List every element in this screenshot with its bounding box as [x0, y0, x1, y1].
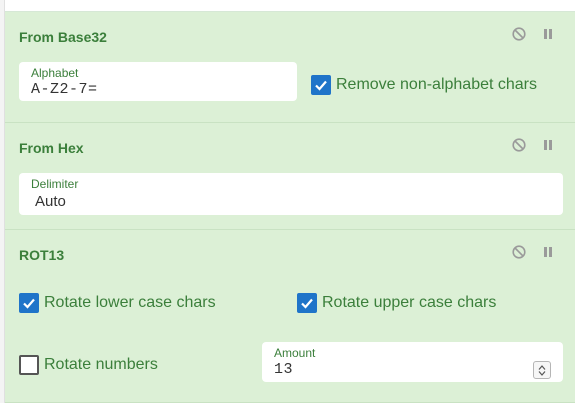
alphabet-label: Alphabet — [31, 66, 79, 80]
operation-from-base32: From Base32 Alphabet A-Z2-7= Remove non-… — [5, 12, 575, 123]
checkbox-label: Rotate lower case chars — [44, 294, 216, 311]
checkmark-icon — [23, 298, 35, 309]
alphabet-value[interactable]: A-Z2-7= — [31, 81, 98, 98]
operation-title: ROT13 — [19, 247, 65, 263]
checkbox-box[interactable] — [19, 355, 39, 375]
delimiter-label: Delimiter — [31, 177, 79, 191]
checkbox-label: Rotate upper case chars — [322, 294, 497, 311]
number-spinner[interactable] — [533, 361, 551, 379]
pause-icon[interactable] — [541, 27, 555, 41]
alphabet-field[interactable]: Alphabet A-Z2-7= — [19, 62, 297, 101]
spinner-down-icon[interactable] — [538, 370, 546, 376]
checkbox-box[interactable] — [19, 293, 39, 313]
rotate-lower-checkbox[interactable]: Rotate lower case chars — [19, 293, 216, 313]
delimiter-select[interactable]: Auto — [35, 193, 66, 210]
pause-icon[interactable] — [541, 245, 555, 259]
checkbox-label: Rotate numbers — [44, 356, 158, 373]
spinner-up-icon[interactable] — [538, 364, 546, 370]
pause-icon[interactable] — [541, 138, 555, 152]
previous-operation-edge — [5, 0, 575, 12]
checkbox-box[interactable] — [297, 293, 317, 313]
checkbox-box[interactable] — [311, 75, 331, 95]
checkmark-icon — [301, 298, 313, 309]
amount-value[interactable]: 13 — [274, 361, 293, 378]
operation-title: From Hex — [19, 140, 84, 156]
checkbox-label: Remove non-alphabet chars — [336, 76, 538, 93]
disable-icon[interactable] — [512, 245, 526, 259]
operation-from-hex: From Hex Delimiter Auto — [5, 123, 575, 230]
amount-field[interactable]: Amount 13 — [262, 342, 563, 382]
operation-title: From Base32 — [19, 29, 107, 45]
disable-icon[interactable] — [512, 27, 526, 41]
operation-rot13: ROT13 Rotate lower case chars Rotate upp… — [5, 230, 575, 403]
amount-label: Amount — [274, 346, 316, 360]
rotate-numbers-checkbox[interactable]: Rotate numbers — [19, 355, 158, 375]
remove-non-alphabet-checkbox[interactable]: Remove non-alphabet chars — [311, 75, 537, 95]
rotate-upper-checkbox[interactable]: Rotate upper case chars — [297, 293, 496, 313]
delimiter-field[interactable]: Delimiter Auto — [19, 173, 563, 215]
disable-icon[interactable] — [512, 138, 526, 152]
checkmark-icon — [315, 80, 327, 91]
